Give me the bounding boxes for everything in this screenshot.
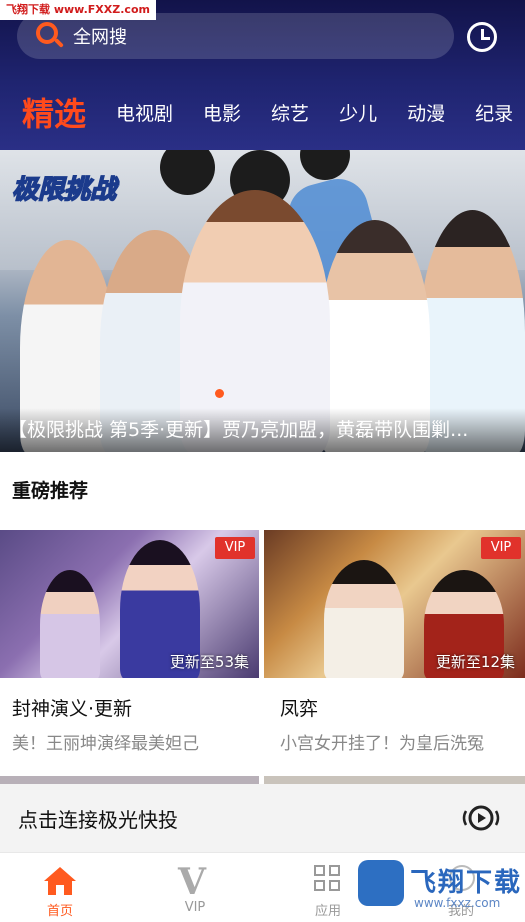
cast-label: 点击连接极光快投 <box>18 808 178 832</box>
nav-home[interactable]: 首页 <box>15 853 105 922</box>
nav-label: 首页 <box>46 904 73 919</box>
tab-featured[interactable]: 精选 <box>22 89 86 135</box>
home-icon <box>44 867 76 895</box>
video-subtitle: 小宫女开挂了！为皇后洗冤 <box>280 734 484 754</box>
tab-kids[interactable]: 少儿 <box>339 99 377 126</box>
search-bar[interactable]: 全网搜 <box>17 13 454 59</box>
video-thumbnail: VIP 更新至12集 <box>264 530 525 678</box>
banner-caption: 【极限挑战 第5季·更新】贾乃亮加盟，黄磊带队围剿... <box>0 408 525 452</box>
carousel-indicator <box>215 389 224 398</box>
video-card[interactable]: VIP 更新至12集 凤弈 小宫女开挂了！为皇后洗冤 <box>264 530 525 754</box>
logo-url: www.fxxz.com <box>414 896 501 910</box>
history-icon[interactable] <box>467 22 497 52</box>
search-label: 全网搜 <box>73 27 127 48</box>
next-card-thumbnail <box>0 776 259 784</box>
tab-variety[interactable]: 综艺 <box>271 99 309 126</box>
vip-badge: VIP <box>481 537 521 559</box>
app-screen: 飞翔下载 www.FXXZ.com 全网搜 精选 电视剧 电影 综艺 少儿 动漫… <box>0 0 525 922</box>
tab-documentary[interactable]: 纪录 <box>475 99 513 126</box>
nav-vip[interactable]: V VIP <box>150 853 240 922</box>
site-logo-watermark: 飞翔下载 www.fxxz.com <box>358 858 520 914</box>
tab-movie[interactable]: 电影 <box>203 99 241 126</box>
video-title: 封神演义·更新 <box>12 698 133 720</box>
cast-icon[interactable] <box>460 804 502 832</box>
tab-tv[interactable]: 电视剧 <box>116 99 173 126</box>
category-tabs: 精选 电视剧 电影 综艺 少儿 动漫 纪录 <box>0 82 525 142</box>
hero-banner[interactable]: 极限挑战 【极限挑战 第5季·更新】贾乃亮加盟，黄磊带队围剿... <box>0 150 525 452</box>
episode-count: 更新至53集 <box>169 653 249 671</box>
show-logo: 极限挑战 <box>11 174 120 206</box>
apps-icon <box>314 865 342 893</box>
search-icon <box>35 21 65 51</box>
next-card-thumbnail <box>264 776 525 784</box>
logo-text: 飞翔下载 <box>410 868 523 898</box>
logo-icon <box>358 860 404 906</box>
video-subtitle: 美！王丽坤演绎最美妲己 <box>12 734 199 754</box>
header: 飞翔下载 www.FXXZ.com 全网搜 精选 电视剧 电影 综艺 少儿 动漫… <box>0 0 525 150</box>
video-thumbnail: VIP 更新至53集 <box>0 530 259 678</box>
vip-badge: VIP <box>215 537 255 559</box>
show-logo-text: 极限挑战 <box>12 175 119 205</box>
nav-label: VIP <box>184 900 206 915</box>
video-card[interactable]: VIP 更新至53集 封神演义·更新 美！王丽坤演绎最美妲己 <box>0 530 259 754</box>
section-title: 重磅推荐 <box>12 480 89 502</box>
episode-count: 更新至12集 <box>435 653 515 671</box>
tab-anime[interactable]: 动漫 <box>407 99 445 126</box>
video-title: 凤弈 <box>280 698 319 720</box>
vip-icon: V <box>178 861 206 903</box>
cast-bar[interactable]: 点击连接极光快投 <box>0 784 525 852</box>
